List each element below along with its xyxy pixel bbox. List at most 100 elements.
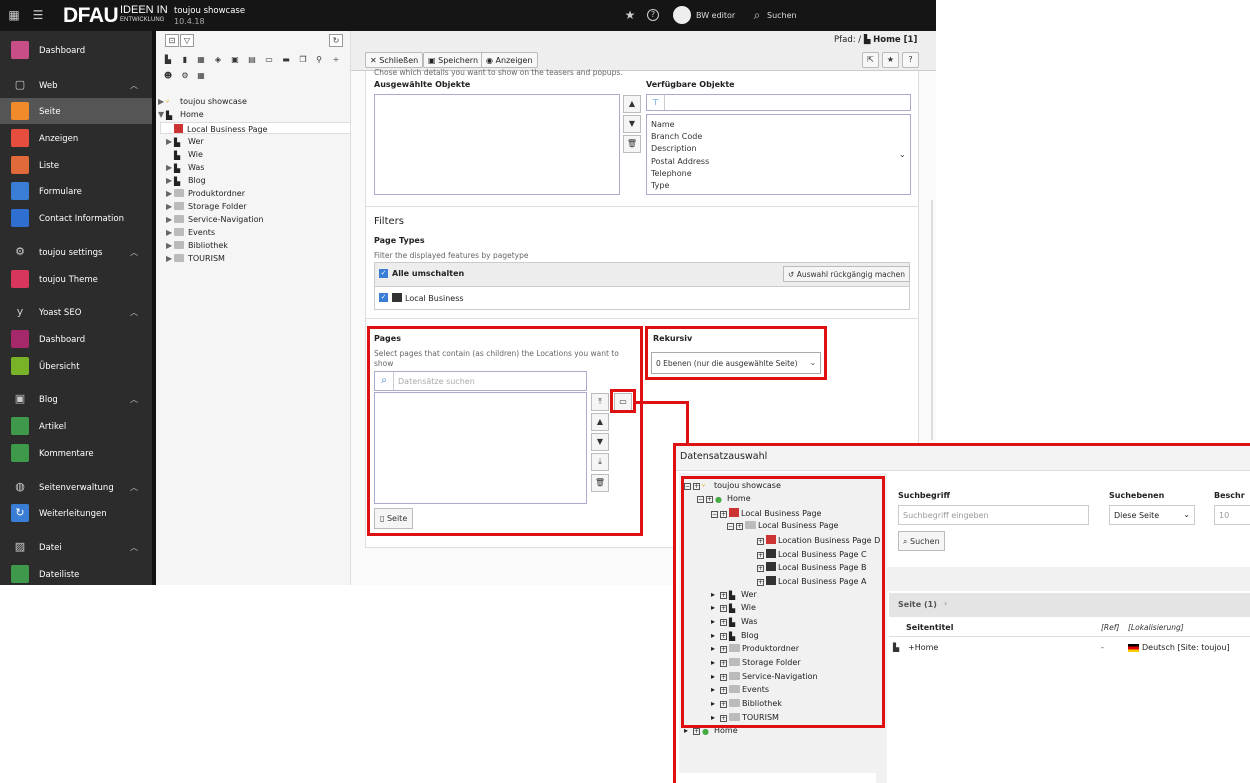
avatar[interactable]	[673, 6, 691, 24]
module-yoast-dashboard[interactable]: Dashboard	[0, 326, 152, 352]
search-icon[interactable]: ⌕	[750, 8, 764, 22]
tree-item[interactable]: ▶ TOURISM	[166, 254, 225, 263]
doktype-standard-icon[interactable]: ▙	[163, 55, 173, 64]
logo: DFAU	[63, 4, 119, 27]
overview-icon	[11, 357, 29, 375]
doktype-box-icon[interactable]: ▣	[230, 55, 240, 64]
available-option[interactable]: Name	[651, 120, 675, 129]
search-label[interactable]: Suchen	[767, 11, 797, 20]
available-option[interactable]: Postal Address	[651, 157, 709, 166]
yoast-icon: y	[16, 305, 24, 318]
available-option[interactable]: Type	[651, 181, 669, 190]
available-filter-input[interactable]: ⊤	[646, 94, 911, 111]
module-dateiliste[interactable]: Dateiliste	[0, 561, 152, 587]
toggle-all-label[interactable]: Alle umschalten	[392, 269, 464, 278]
pagetree-toggle-icon[interactable]: ☰	[31, 8, 45, 22]
delete-icon[interactable]: 🗑	[623, 135, 641, 153]
module-liste[interactable]: Liste	[0, 152, 152, 178]
open-new-window-icon[interactable]: ⇱	[862, 52, 879, 68]
module-seite[interactable]: Seite	[0, 98, 152, 124]
module-artikel[interactable]: Artikel	[0, 413, 152, 439]
doktype-group-icon[interactable]: ☻	[163, 71, 173, 80]
tree-item[interactable]: ▶ ▙ Wer	[166, 137, 204, 147]
help-icon[interactable]: ?	[902, 52, 919, 68]
filter-icon[interactable]: ▽	[180, 34, 194, 47]
tree-item[interactable]: ▶ ▙ Was	[166, 163, 204, 173]
doktype-cube-icon[interactable]: ◈	[213, 55, 223, 64]
module-kommentare[interactable]: Kommentare	[0, 440, 152, 466]
available-option[interactable]: Branch Code	[651, 132, 702, 141]
folder-icon	[174, 228, 184, 236]
breadcrumb: Pfad: / ▙ Home [1]	[834, 35, 918, 45]
tree-item[interactable]: ▶ ▙ Blog	[166, 176, 206, 186]
tree-root[interactable]: ▶ ᵛ toujou showcase	[158, 97, 247, 107]
doktype-settings-icon[interactable]: ⚙	[180, 71, 190, 80]
blog-icon: ▣	[14, 392, 26, 405]
tree-item[interactable]: ▶ Bibliothek	[166, 241, 228, 250]
toggle-all-checkbox[interactable]: ✓	[379, 269, 388, 278]
new-page-drag-icon[interactable]: ⊡	[165, 34, 179, 47]
list-icon	[11, 156, 29, 174]
tree-item[interactable]: ▙ Wie	[166, 150, 203, 160]
undo-selection-button[interactable]: ↺ Auswahl rückgängig machen	[783, 266, 910, 282]
filters-heading: Filters	[374, 216, 404, 227]
module-formulare[interactable]: Formulare	[0, 178, 152, 204]
move-down-icon[interactable]: ▼	[623, 115, 641, 133]
bookmark-star-icon[interactable]: ★	[882, 52, 899, 68]
doktype-folder-icon[interactable]: ▬	[281, 55, 291, 64]
close-icon: ✕	[370, 56, 377, 65]
view-button[interactable]: ◉ Anzeigen	[481, 52, 538, 68]
help-icon[interactable]: ?	[647, 9, 659, 21]
selected-objects-list[interactable]	[374, 94, 620, 195]
doktype-store-icon[interactable]: ▤	[247, 55, 257, 64]
page-types-label: Page Types	[374, 236, 425, 245]
module-contact[interactable]: Contact Information	[0, 205, 152, 231]
move-up-icon[interactable]: ▲	[623, 95, 641, 113]
doktype-link-icon[interactable]: ⚲	[314, 55, 324, 64]
close-button[interactable]: ✕ Schließen	[365, 52, 424, 68]
local-business-label[interactable]: Local Business	[405, 294, 464, 303]
undo-icon: ↺	[788, 270, 795, 279]
group-yoast[interactable]: y Yoast SEO ︿	[0, 299, 152, 325]
tree-item[interactable]: ▶ Service-Navigation	[166, 215, 264, 224]
doktype-page-icon[interactable]: ▮	[180, 55, 190, 64]
group-web[interactable]: ▢ Web ︿	[0, 72, 152, 98]
selected-objects-label: Ausgewählte Objekte	[374, 80, 471, 89]
doktype-calendar-icon[interactable]: ▦	[196, 71, 206, 80]
tree-item[interactable]: ▶ Storage Folder	[166, 202, 247, 211]
module-menu-icon[interactable]: ▦	[7, 8, 21, 22]
module-anzeigen[interactable]: Anzeigen	[0, 125, 152, 151]
available-option[interactable]: Description	[651, 144, 697, 153]
form-icon	[11, 182, 29, 200]
doc-header: Pfad: / ▙ Home [1] ✕ Schließen ▣ Speiche…	[351, 31, 936, 71]
doktype-copy-icon[interactable]: ❐	[298, 55, 308, 64]
local-business-checkbox[interactable]: ✓	[379, 293, 388, 302]
available-option[interactable]: Telephone	[651, 169, 692, 178]
doktype-card-icon[interactable]: ▭	[264, 55, 274, 64]
bookmark-star-icon[interactable]: ★	[623, 8, 637, 22]
highlight-rekursiv	[645, 326, 827, 380]
module-uebersicht[interactable]: Übersicht	[0, 353, 152, 379]
gear-icon: ⚙	[15, 245, 25, 258]
comment-icon	[11, 444, 29, 462]
tree-item[interactable]: ▶ Events	[166, 228, 215, 237]
doktype-divider-icon[interactable]: ÷	[331, 55, 341, 64]
available-objects-list[interactable]: ⌄	[646, 114, 911, 195]
store-icon	[392, 293, 402, 302]
module-dashboard[interactable]: Dashboard	[0, 37, 152, 63]
tree-item[interactable]: ▶ Produktordner	[166, 189, 245, 198]
group-toujou-settings[interactable]: ⚙ toujou settings ︿	[0, 239, 152, 265]
user-name[interactable]: BW editor	[696, 11, 735, 20]
group-datei[interactable]: ▨ Datei ︿	[0, 534, 152, 560]
group-seitenverwaltung[interactable]: ◍ Seitenverwaltung ︿	[0, 474, 152, 500]
refresh-icon[interactable]: ↻	[329, 34, 343, 47]
tree-home[interactable]: ▼ ▙ Home	[158, 110, 204, 120]
doktype-grid-icon[interactable]: ▦	[196, 55, 206, 64]
tree-item[interactable]: Local Business Page	[166, 124, 267, 134]
chevron-up-icon: ︿	[130, 81, 138, 90]
module-weiterleitungen[interactable]: ↻ Weiterleitungen	[0, 500, 152, 526]
version: 10.4.18	[174, 17, 205, 26]
save-button[interactable]: ▣ Speichern	[423, 52, 484, 68]
module-toujou-theme[interactable]: toujou Theme	[0, 266, 152, 292]
group-blog[interactable]: ▣ Blog ︿	[0, 386, 152, 412]
